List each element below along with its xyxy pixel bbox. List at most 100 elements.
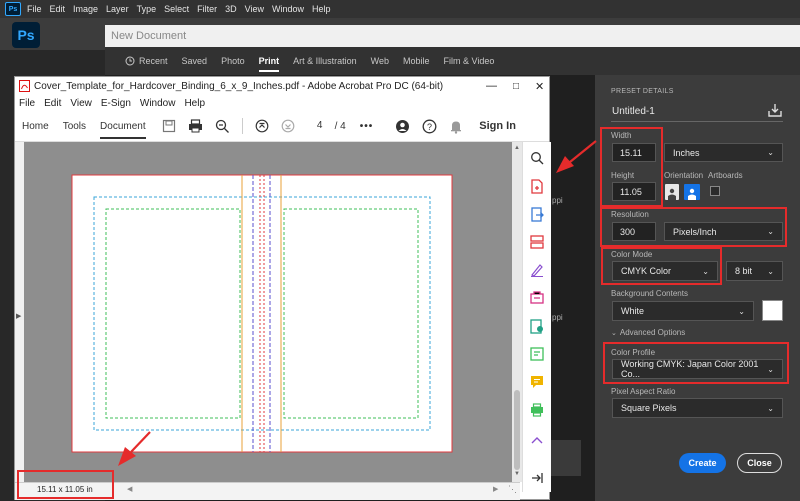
acrobat-menubar: File Edit View E-Sign Window Help [15,95,549,111]
chevron-down-icon: ⌄ [611,329,617,337]
scrollbar-thumb[interactable] [514,390,520,470]
background-color-swatch[interactable] [762,300,783,321]
tab-print[interactable]: Print [258,47,279,75]
help-icon[interactable]: ? [422,119,437,134]
tab-saved[interactable]: Saved [182,47,208,75]
menu-image[interactable]: Image [73,4,98,14]
resize-grip-icon[interactable]: ⋱ [508,484,517,495]
create-pdf-icon[interactable] [529,178,545,194]
pixel-aspect-select[interactable]: Square Pixels ⌄ [612,398,783,418]
units-value: Inches [673,147,700,158]
acrobat-toolbar: Home Tools Document 4 / 4 ••• ? Sign In [15,111,549,142]
zoom-out-icon[interactable] [215,119,230,134]
organize-pages-icon[interactable] [529,234,545,250]
person-icon [688,188,696,200]
photoshop-mini-logo: Ps [5,2,21,16]
comment-icon[interactable] [529,374,545,390]
print-production-icon[interactable] [529,402,545,418]
menu-edit[interactable]: Edit [50,4,66,14]
zoom-icon[interactable] [529,150,545,166]
bit-depth-select[interactable]: 8 bit ⌄ [726,261,783,281]
pixel-aspect-label: Pixel Aspect Ratio [611,387,676,396]
scroll-right-arrow-icon[interactable]: ▶ [493,485,498,493]
background-contents-label: Background Contents [611,289,688,298]
tab-film-video[interactable]: Film & Video [444,47,495,75]
scroll-left-arrow-icon[interactable]: ◀ [127,485,132,493]
tab-art-illustration[interactable]: Art & Illustration [293,47,357,75]
menu-help[interactable]: Help [312,4,331,14]
clock-icon [125,56,135,66]
save-icon[interactable] [162,119,176,133]
chevron-down-icon: ⌄ [767,266,774,276]
person-icon [668,188,676,200]
tab-photo[interactable]: Photo [221,47,245,75]
acro-menu-help[interactable]: Help [184,98,205,109]
advanced-options-toggle[interactable]: ⌄ Advanced Options [611,328,685,337]
page-size-highlight [17,470,114,499]
background-contents-select[interactable]: White ⌄ [612,301,754,321]
menu-filter[interactable]: Filter [197,4,217,14]
acro-menu-view[interactable]: View [70,98,92,109]
menu-type[interactable]: Type [137,4,157,14]
sign-in-button[interactable]: Sign In [479,120,516,132]
acro-tab-document[interactable]: Document [100,114,146,139]
tab-art-label: Art & Illustration [293,56,357,66]
menu-file[interactable]: File [27,4,42,14]
acro-menu-edit[interactable]: Edit [44,98,61,109]
landscape-orientation-button[interactable] [684,184,700,200]
preset-partial-label: ppi [552,196,563,205]
notifications-bell-icon[interactable] [449,119,463,134]
save-preset-icon[interactable] [767,102,783,118]
svg-text:?: ? [427,122,432,132]
preset-partial-label: ppi [552,313,563,322]
expand-left-panel-icon[interactable]: ▶ [16,312,21,320]
artboards-checkbox[interactable] [710,186,720,196]
page-number-input[interactable]: 4 [308,117,331,135]
tab-mobile[interactable]: Mobile [403,47,430,75]
acrobat-title: Cover_Template_for_Hardcover_Binding_6_x… [34,80,444,92]
orientation-label: Orientation [664,171,704,180]
fill-sign-icon[interactable] [529,262,545,278]
close-button[interactable]: Close [737,453,782,473]
name-divider [611,121,783,122]
export-pdf-icon[interactable] [529,206,545,222]
combine-files-icon[interactable] [529,290,545,306]
menu-3d[interactable]: 3D [225,4,237,14]
acro-menu-file[interactable]: File [19,98,35,109]
scroll-tools-icon[interactable] [529,432,545,448]
tab-recent-label: Recent [139,56,168,66]
scroll-up-arrow-icon[interactable]: ▲ [514,145,520,151]
artboards-label: Artboards [708,171,743,180]
edit-pdf-icon[interactable] [529,346,545,362]
menu-view[interactable]: View [245,4,264,14]
units-select[interactable]: Inches ⌄ [664,143,783,162]
acro-tab-home[interactable]: Home [22,121,49,132]
document-name[interactable]: Untitled-1 [612,106,655,117]
acro-menu-esign[interactable]: E-Sign [101,98,131,109]
pdf-icon [19,80,30,92]
tab-recent[interactable]: Recent [125,47,168,75]
create-button[interactable]: Create [679,453,726,473]
portrait-orientation-button[interactable] [665,184,679,200]
maximize-icon[interactable]: □ [513,81,519,92]
color-profile-highlight [603,342,789,384]
account-icon[interactable] [395,119,410,134]
compress-pdf-icon[interactable] [529,318,545,334]
tab-photo-label: Photo [221,56,245,66]
minimize-icon[interactable]: — [486,80,497,92]
menu-select[interactable]: Select [164,4,189,14]
acro-tab-tools[interactable]: Tools [63,121,86,132]
acro-menu-window[interactable]: Window [140,98,176,109]
menu-window[interactable]: Window [272,4,304,14]
acrobat-title-bar: Cover_Template_for_Hardcover_Binding_6_x… [15,77,549,95]
next-page-icon[interactable] [281,119,295,133]
more-tools-icon[interactable]: ••• [360,121,374,132]
menu-layer[interactable]: Layer [106,4,129,14]
tab-web[interactable]: Web [371,47,389,75]
close-icon[interactable]: ✕ [535,80,544,93]
scroll-down-arrow-icon[interactable]: ▼ [514,471,520,477]
print-icon[interactable] [188,119,203,133]
tab-film-label: Film & Video [443,56,495,66]
collapse-panel-icon[interactable] [529,470,545,486]
previous-page-icon[interactable] [255,119,269,133]
